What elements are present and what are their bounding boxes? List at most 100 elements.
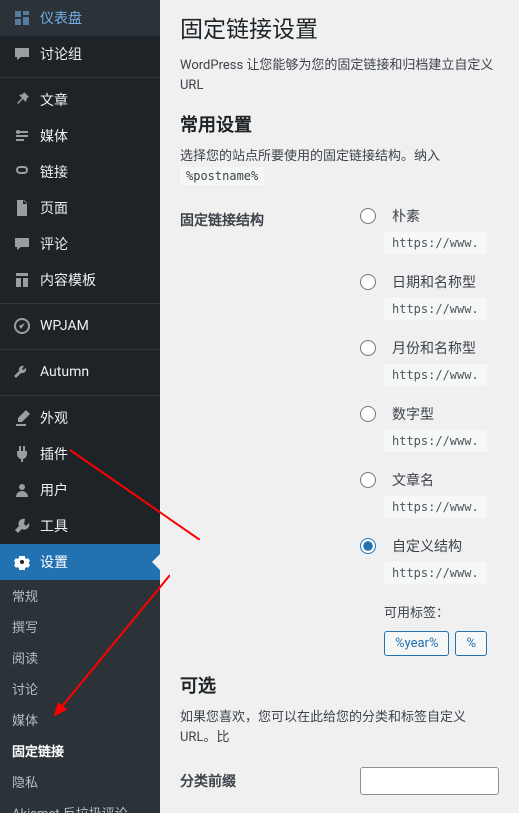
permalink-url-example: https://www. [384,562,487,584]
menu-label: 用户 [40,480,68,500]
permalink-radio[interactable] [360,538,376,554]
permalink-url-example: https://www. [384,298,487,320]
permalink-radio-label: 自定义结构 [392,536,462,556]
permalink-radio[interactable] [360,274,376,290]
menu-label: 仪表盘 [40,8,82,28]
tag-button[interactable]: %year% [384,631,449,656]
permalink-option: 文章名 https://www. [360,470,499,518]
menu-item-media[interactable]: 媒体 [0,118,160,154]
available-tags-label: 可用标签： [384,602,499,621]
permalink-url-example: https://www. [384,364,487,386]
category-base-input[interactable] [360,767,499,795]
permalink-url-example: https://www. [384,496,487,518]
menu-item-wrench[interactable]: Autumn [0,354,160,390]
submenu-item[interactable]: 媒体 [0,704,160,735]
menu-item-page[interactable]: 页面 [0,190,160,226]
wrench-icon [12,362,32,382]
permalink-option: 朴素 https://www. [360,206,499,254]
menu-item-pin[interactable]: 文章 [0,82,160,118]
submenu-item[interactable]: 撰写 [0,611,160,642]
page-icon [12,198,32,218]
permalink-radio-row[interactable]: 自定义结构 [360,536,499,556]
permalink-radio-row[interactable]: 日期和名称型 [360,272,499,292]
dashboard-icon [12,8,32,28]
comments-icon [12,44,32,64]
permalink-option: 数字型 https://www. [360,404,499,452]
menu-item-plug[interactable]: 插件 [0,436,160,472]
postname-code: %postname% [180,167,264,185]
pin-icon [12,90,32,110]
permalink-radio[interactable] [360,208,376,224]
permalink-options: 朴素 https://www. 日期和名称型 https://www. 月份和名称型 ht… [360,206,499,656]
link-icon [12,162,32,182]
permalink-radio[interactable] [360,472,376,488]
category-base-label: 分类前缀 [180,767,360,795]
permalink-radio-row[interactable]: 数字型 [360,404,499,424]
main-content: 固定链接设置 WordPress 让您能够为您的固定链接和归档建立自定义 URL… [160,0,519,813]
comment-icon [12,234,32,254]
menu-label: 外观 [40,408,68,428]
submenu-item[interactable]: Akismet 反垃圾评论 [0,797,160,813]
submenu-item[interactable]: 固定链接 [0,735,160,766]
menu-label: 讨论组 [40,44,82,64]
menu-item-user[interactable]: 用户 [0,472,160,508]
tag-button[interactable]: % [455,631,487,656]
permalink-radio-row[interactable]: 朴素 [360,206,499,226]
wpjam-icon [12,316,32,336]
tool-icon [12,516,32,536]
menu-label: 页面 [40,198,68,218]
admin-sidebar: 仪表盘讨论组文章媒体链接页面评论内容模板WPJAMAutumn外观插件用户工具设… [0,0,160,813]
page-intro: WordPress 让您能够为您的固定链接和归档建立自定义 URL [180,56,499,95]
permalink-radio[interactable] [360,406,376,422]
menu-label: 工具 [40,516,68,536]
menu-label: 插件 [40,444,68,464]
submenu-item[interactable]: 隐私 [0,766,160,797]
page-title: 固定链接设置 [180,10,499,44]
menu-item-comment[interactable]: 评论 [0,226,160,262]
brush-icon [12,408,32,428]
tag-buttons: %year%% [384,631,499,656]
permalink-option: 月份和名称型 https://www. [360,338,499,386]
menu-item-link[interactable]: 链接 [0,154,160,190]
media-icon [12,126,32,146]
permalink-radio-row[interactable]: 月份和名称型 [360,338,499,358]
settings-icon [12,552,32,572]
permalink-option: 日期和名称型 https://www. [360,272,499,320]
permalink-radio-label: 朴素 [392,206,420,226]
menu-item-comments[interactable]: 讨论组 [0,36,160,72]
section-common-heading: 常用设置 [180,111,499,137]
menu-label: 设置 [40,552,68,572]
settings-submenu: 常规撰写阅读讨论媒体固定链接隐私Akismet 反垃圾评论MemorialDay… [0,580,160,813]
permalink-radio-label: 文章名 [392,470,434,490]
menu-item-dashboard[interactable]: 仪表盘 [0,0,160,36]
menu-item-settings[interactable]: 设置 [0,544,160,580]
user-icon [12,480,32,500]
menu-item-template[interactable]: 内容模板 [0,262,160,298]
optional-desc: 如果您喜欢，您可以在此给您的分类和标签自定义 URL。比 [180,708,499,747]
menu-label: 媒体 [40,126,68,146]
permalink-radio-row[interactable]: 文章名 [360,470,499,490]
template-icon [12,270,32,290]
submenu-item[interactable]: 常规 [0,580,160,611]
permalink-url-example: https://www. [384,430,487,452]
permalink-radio-label: 月份和名称型 [392,338,476,358]
permalink-url-example: https://www. [384,232,487,254]
permalink-radio[interactable] [360,340,376,356]
menu-label: Autumn [40,364,89,380]
permalink-radio-label: 数字型 [392,404,434,424]
submenu-item[interactable]: 阅读 [0,642,160,673]
common-desc: 选择您的站点所要使用的固定链接结构。纳入 %postname% [180,147,499,186]
section-optional-heading: 可选 [180,672,499,698]
menu-item-brush[interactable]: 外观 [0,400,160,436]
menu-label: 链接 [40,162,68,182]
permalink-structure-label: 固定链接结构 [180,206,360,656]
menu-label: 内容模板 [40,270,96,290]
menu-item-tool[interactable]: 工具 [0,508,160,544]
menu-label: 文章 [40,90,68,110]
menu-item-wpjam[interactable]: WPJAM [0,308,160,344]
permalink-radio-label: 日期和名称型 [392,272,476,292]
permalink-option: 自定义结构 https://www. [360,536,499,584]
plug-icon [12,444,32,464]
submenu-item[interactable]: 讨论 [0,673,160,704]
menu-label: WPJAM [40,318,89,334]
